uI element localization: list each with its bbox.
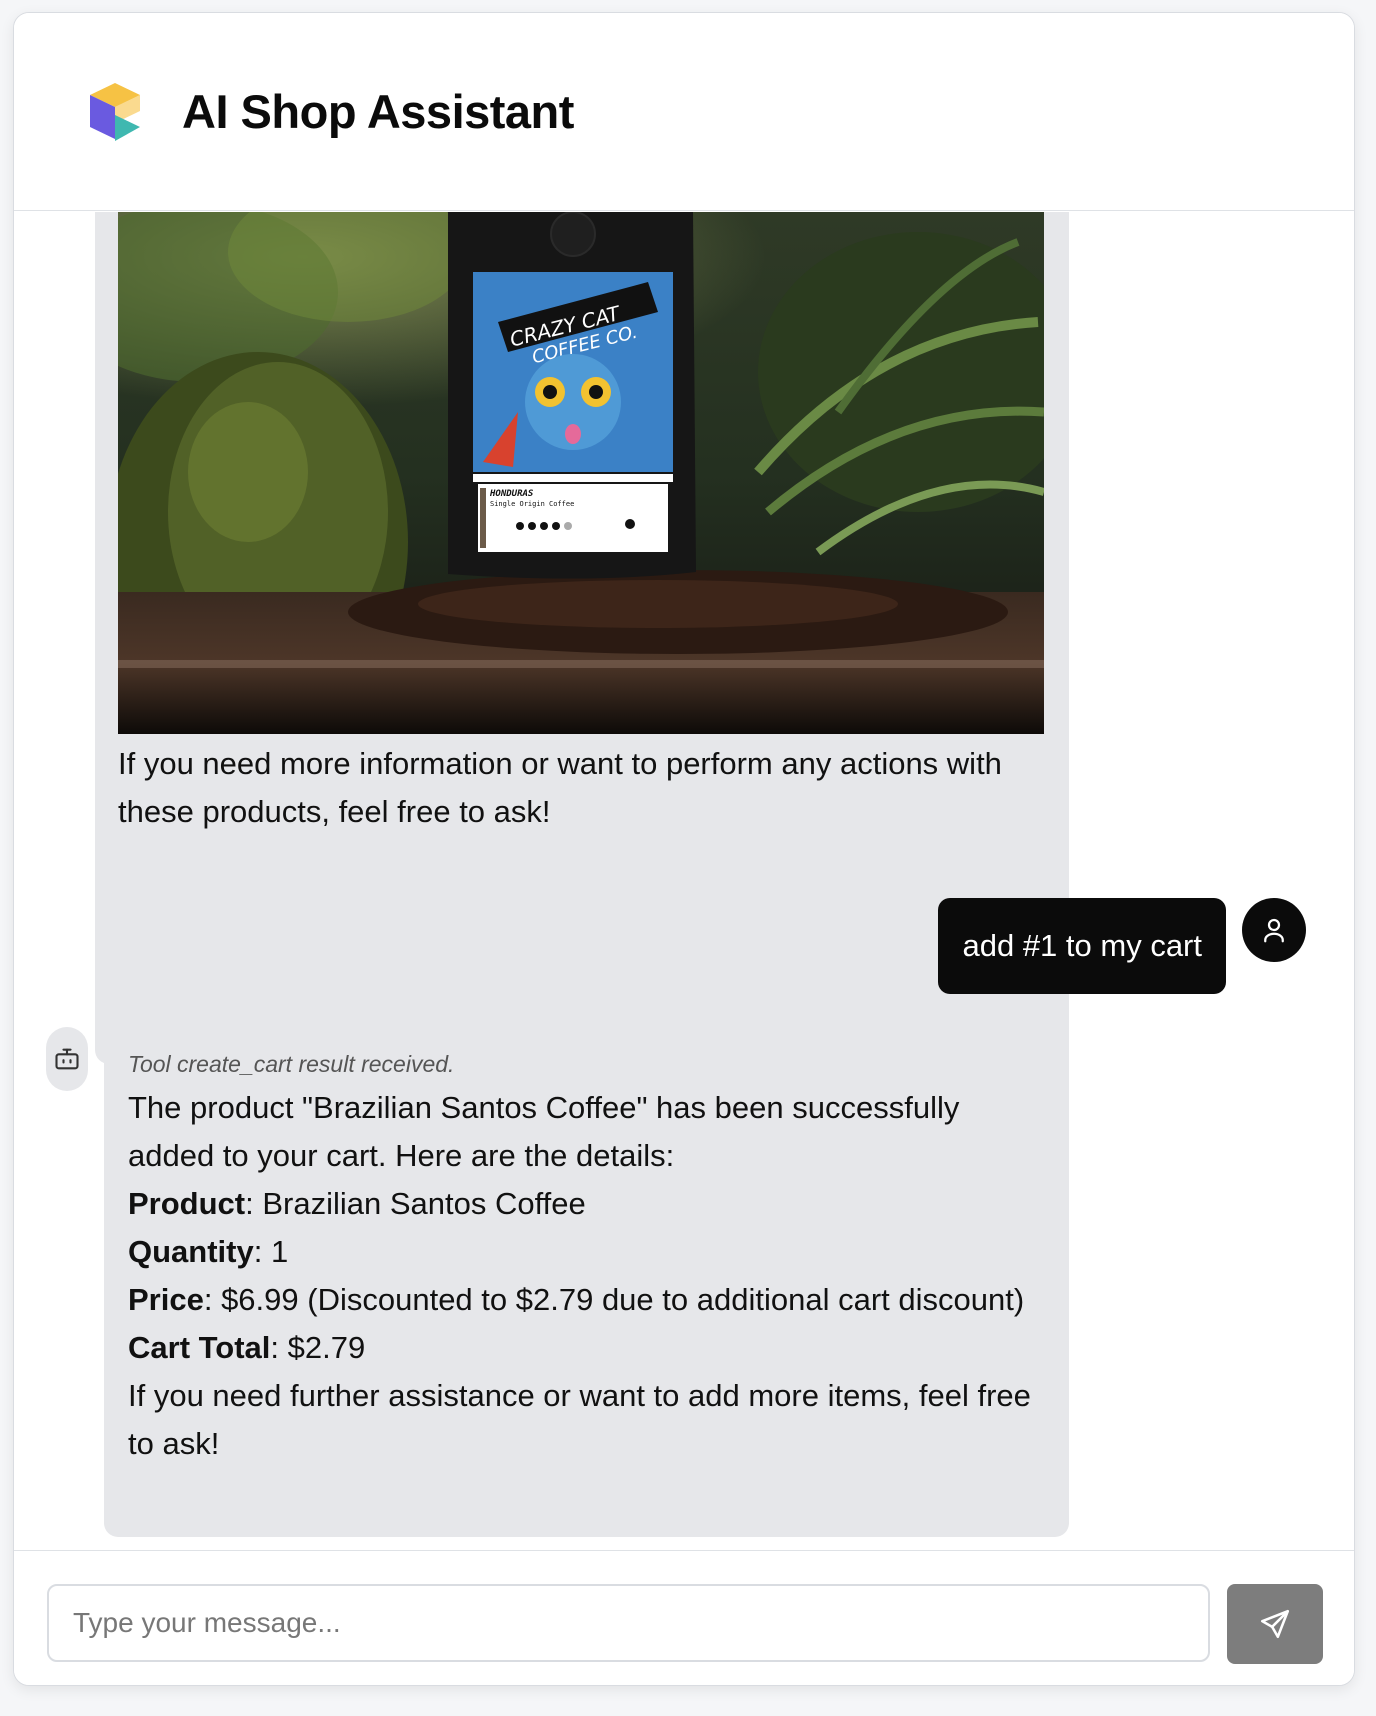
- detail-label: Quantity: [128, 1234, 254, 1269]
- bot-message-text: The product "Brazilian Santos Coffee" ha…: [128, 1084, 1045, 1468]
- message-input[interactable]: [47, 1584, 1210, 1662]
- bot-message-bubble: Tool create_cart result received. The pr…: [104, 1027, 1069, 1537]
- detail-quantity: Quantity: 1: [128, 1228, 1045, 1276]
- coffee-bag-photo: CRAZY CAT COFFEE CO. HONDURAS Single Ori…: [118, 212, 1044, 734]
- header: AI Shop Assistant: [14, 13, 1354, 211]
- send-button[interactable]: [1227, 1584, 1323, 1664]
- svg-text:HONDURAS: HONDURAS: [489, 489, 534, 499]
- composer: [14, 1550, 1354, 1685]
- detail-value: : Brazilian Santos Coffee: [245, 1186, 586, 1221]
- detail-value: : $6.99 (Discounted to $2.79 due to addi…: [203, 1282, 1025, 1317]
- tool-result-note: Tool create_cart result received.: [128, 1051, 455, 1077]
- detail-value: : $2.79: [270, 1330, 366, 1365]
- chat-window: AI Shop Assistant CRAZY CAT COFFEE CO. H…: [13, 12, 1355, 1686]
- bot-outro: If you need further assistance or want t…: [128, 1378, 1031, 1461]
- detail-label: Cart Total: [128, 1330, 271, 1365]
- user-message-row: add #1 to my cart: [938, 898, 1306, 994]
- robot-icon: [55, 1048, 79, 1070]
- app-title: AI Shop Assistant: [182, 85, 574, 138]
- user-icon: [1264, 918, 1284, 943]
- message-list[interactable]: CRAZY CAT COFFEE CO. HONDURAS Single Ori…: [14, 212, 1354, 1552]
- svg-text:Single Origin Coffee: Single Origin Coffee: [490, 500, 574, 508]
- bot-avatar: [46, 1027, 88, 1091]
- detail-label: Product: [128, 1186, 246, 1221]
- detail-price: Price: $6.99 (Discounted to $2.79 due to…: [128, 1276, 1045, 1324]
- user-message-bubble: add #1 to my cart: [938, 898, 1226, 994]
- send-icon: [1260, 1609, 1290, 1639]
- bot-message-text: If you need more information or want to …: [118, 746, 1002, 829]
- user-avatar: [1242, 898, 1306, 962]
- detail-product: Product: Brazilian Santos Coffee: [128, 1180, 1045, 1228]
- cube-logo-icon: [90, 82, 140, 141]
- product-image: CRAZY CAT COFFEE CO. HONDURAS Single Ori…: [118, 212, 1044, 734]
- detail-cart-total: Cart Total: $2.79: [128, 1324, 1045, 1372]
- detail-value: : 1: [253, 1234, 289, 1269]
- bot-intro: The product "Brazilian Santos Coffee" ha…: [128, 1090, 960, 1173]
- detail-label: Price: [128, 1282, 204, 1317]
